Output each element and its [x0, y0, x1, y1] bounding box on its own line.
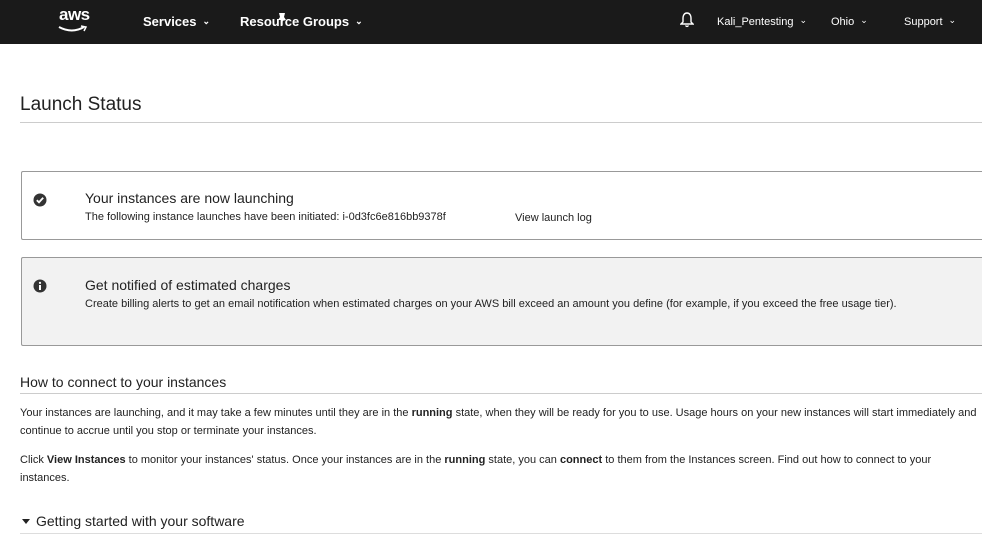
aws-logo[interactable]: aws — [58, 5, 98, 37]
launch-box-title: Your instances are now launching — [85, 190, 294, 206]
resource-groups-label: Resource Groups — [240, 14, 350, 29]
support-menu[interactable]: Support ⌄ — [904, 15, 956, 28]
connect-paragraph-1: Your instances are launching, and it may… — [20, 404, 980, 440]
instance-id-link[interactable]: i-0d3fc6e816bb9378f — [342, 211, 445, 223]
region-label: Ohio — [831, 16, 855, 28]
chevron-down-icon: ⌄ — [799, 15, 807, 25]
billing-box-description: to get an email notification when estima… — [182, 298, 897, 310]
title-divider — [20, 122, 982, 123]
p1-running-bold: running — [411, 407, 453, 419]
find-out-link[interactable]: Find out — [778, 454, 818, 466]
region-menu[interactable]: Ohio ⌄ — [831, 15, 868, 28]
check-circle-icon — [33, 193, 47, 207]
billing-box-title: Get notified of estimated charges — [85, 277, 291, 293]
connect-paragraph-2: Click View Instances to monitor your ins… — [20, 451, 980, 487]
account-menu[interactable]: Kali_Pentesting ⌄ — [717, 15, 807, 28]
p1-text-a: Your instances are launching, and it may… — [20, 407, 409, 419]
support-label: Support — [904, 16, 943, 28]
view-instances-link[interactable]: View Instances — [47, 454, 126, 466]
top-nav-bar: aws Services ⌄ Resource Groups ⌄ Kali_Pent… — [0, 0, 982, 44]
p2-text-a: Click — [20, 454, 44, 466]
triangle-down-icon[interactable] — [21, 518, 31, 525]
bell-icon[interactable] — [680, 12, 694, 28]
p2-connect-bold: connect — [559, 454, 603, 466]
getting-started-divider — [20, 533, 982, 534]
getting-started-toggle[interactable]: Getting started with your software — [36, 513, 245, 529]
chevron-down-icon: ⌄ — [948, 15, 957, 25]
p2-text-d: to them from the Instances screen. — [605, 454, 775, 466]
launch-box-text: The following instance launches have bee… — [85, 209, 446, 226]
chevron-down-icon: ⌄ — [202, 16, 211, 26]
p2-running-bold: running — [444, 454, 486, 466]
connect-section-divider — [20, 393, 982, 394]
services-label: Services — [143, 14, 197, 29]
pin-icon[interactable] — [277, 12, 287, 26]
account-label: Kali_Pentesting — [717, 16, 794, 28]
resource-groups-menu[interactable]: Resource Groups ⌄ — [240, 14, 363, 29]
connect-section-heading: How to connect to your instances — [20, 374, 227, 390]
p2-text-c: state, you can — [488, 454, 557, 466]
info-circle-icon — [33, 279, 47, 293]
services-menu[interactable]: Services ⌄ — [143, 14, 210, 29]
chevron-down-icon: ⌄ — [860, 15, 868, 25]
p2-text-b: to monitor your instances' status. Once … — [128, 454, 442, 466]
page-title: Launch Status — [20, 94, 142, 115]
billing-box-text: Create billing alerts to get an email no… — [85, 296, 965, 313]
chevron-down-icon: ⌄ — [355, 16, 363, 26]
view-launch-log-link[interactable]: View launch log — [515, 212, 592, 224]
aws-logo-text: aws — [59, 5, 90, 24]
aws-smile-icon — [58, 25, 88, 32]
launch-box-description: The following instance launches have bee… — [85, 211, 340, 223]
create-billing-alerts-link[interactable]: Create billing alerts — [85, 298, 179, 310]
